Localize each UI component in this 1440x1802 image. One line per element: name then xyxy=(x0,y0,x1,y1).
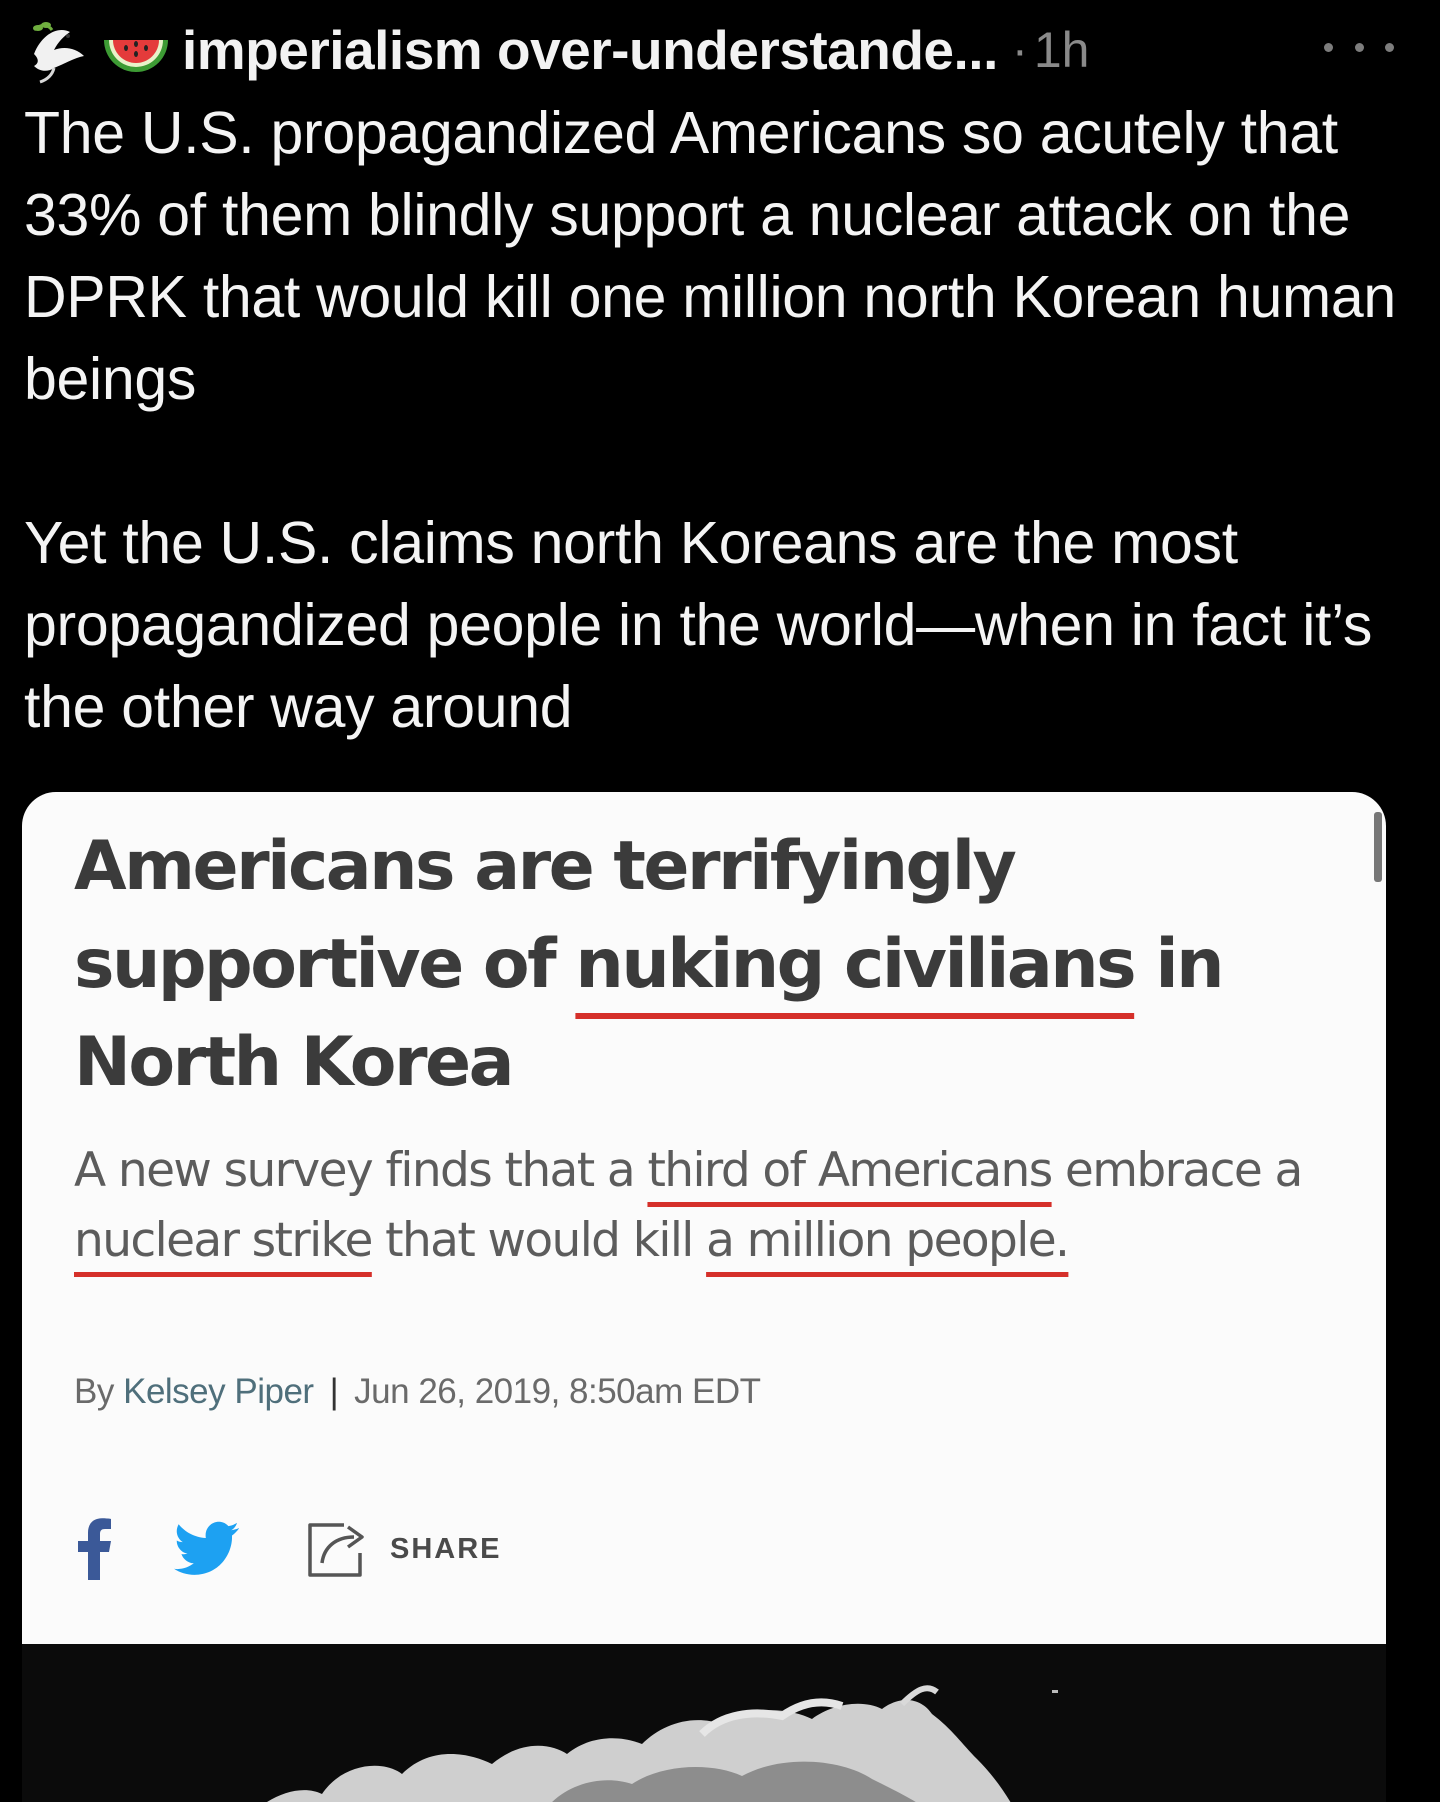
share-bar: SHARE xyxy=(74,1514,502,1584)
tweet-paragraph: Yet the U.S. claims north Koreans are th… xyxy=(24,510,1373,740)
dek-text: embrace a xyxy=(1051,1143,1303,1198)
more-options-icon[interactable] xyxy=(1324,32,1394,62)
headline-underlined-text: nuking civilians xyxy=(575,925,1136,1004)
dek-underlined-text: a million people. xyxy=(706,1213,1070,1268)
share-label: SHARE xyxy=(390,1532,502,1565)
more-dot xyxy=(1385,42,1394,52)
twitter-share-button[interactable] xyxy=(174,1521,304,1577)
post-timestamp[interactable]: 1h xyxy=(1034,21,1090,79)
tweet-text: The U.S. propagandized Americans so acut… xyxy=(24,92,1414,748)
share-button[interactable]: SHARE xyxy=(304,1517,502,1581)
article-screenshot-card[interactable]: Americans are terrifyingly supportive of… xyxy=(22,792,1386,1802)
article-byline: By Kelsey Piper | Jun 26, 2019, 8:50am EDT xyxy=(74,1372,761,1412)
tweet-header: imperialism over-understande... · 1h xyxy=(24,10,1394,90)
byline-author-link[interactable]: Kelsey Piper xyxy=(123,1372,314,1411)
more-dot xyxy=(1324,42,1333,52)
article-headline: Americans are terrifyingly supportive of… xyxy=(74,818,1314,1112)
dek-text: A new survey finds that a xyxy=(74,1143,648,1198)
tweet-paragraph: The U.S. propagandized Americans so acut… xyxy=(24,100,1396,412)
article-photo xyxy=(22,1644,1386,1802)
facebook-icon xyxy=(78,1518,111,1580)
article-subheadline: A new survey finds that a third of Ameri… xyxy=(74,1136,1364,1276)
dove-icon xyxy=(32,22,84,84)
twitter-icon xyxy=(174,1521,239,1575)
share-icon xyxy=(308,1523,364,1577)
byline-date: Jun 26, 2019, 8:50am EDT xyxy=(354,1372,761,1411)
dek-underlined-text: third of Americans xyxy=(647,1143,1053,1198)
meta-separator: · xyxy=(1011,23,1028,77)
more-dot xyxy=(1354,42,1364,52)
watermelon-icon xyxy=(104,40,168,72)
dek-underlined-text: nuclear strike xyxy=(74,1213,373,1268)
scrollbar[interactable] xyxy=(1374,812,1382,882)
byline-prefix: By xyxy=(74,1372,114,1411)
facebook-share-button[interactable] xyxy=(74,1518,174,1580)
byline-separator: | xyxy=(329,1372,339,1411)
author-name[interactable]: imperialism over-understande... xyxy=(182,18,998,82)
dek-text: that would kill xyxy=(371,1213,707,1268)
